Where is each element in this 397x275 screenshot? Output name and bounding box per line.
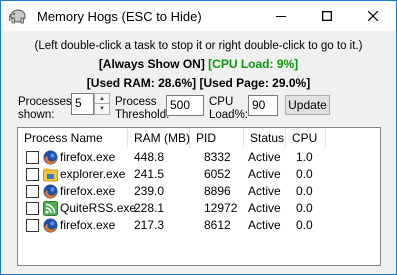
instructions-text: (Left double-click a task to stop it or … <box>34 40 363 52</box>
process-row[interactable]: explorer.exe 241.5 6052 Active 0.0 <box>18 166 380 183</box>
rss-icon <box>43 201 58 216</box>
minimize-button[interactable] <box>258 1 304 31</box>
process-row[interactable]: QuiteRSS.exe 228.1 12972 Active 0.0 <box>18 200 380 217</box>
spin-down-icon[interactable]: ▼ <box>95 104 109 114</box>
process-list[interactable]: Process Name RAM (MB) PID Status CPU fir… <box>17 127 381 266</box>
ram-cell: 239.0 <box>134 184 165 198</box>
status-cell: Active <box>248 201 281 215</box>
cpu-cell: 0.0 <box>296 184 313 198</box>
cpu-load-input[interactable]: 90 <box>248 95 278 116</box>
pid-cell: 6052 <box>204 167 231 181</box>
maximize-button[interactable] <box>304 1 350 31</box>
pid-cell: 8332 <box>204 150 231 164</box>
process-name-cell: firefox.exe <box>60 150 116 164</box>
used-ram-status: [Used RAM: 28.6%] <box>86 76 197 90</box>
always-show-status: [Always Show ON] <box>98 57 205 71</box>
process-name-cell: firefox.exe <box>60 218 116 232</box>
row-checkbox[interactable] <box>26 151 39 164</box>
cpu-cell: 0.0 <box>296 167 313 181</box>
column-header-status[interactable]: Status <box>244 128 286 148</box>
update-button[interactable]: Update <box>285 95 330 115</box>
list-header: Process Name RAM (MB) PID Status CPU <box>18 128 380 148</box>
cpu-cell: 0.0 <box>296 218 313 232</box>
process-name-cell: QuiteRSS.exe <box>60 201 137 215</box>
status-cell: Active <box>248 218 281 232</box>
cpu-cell: 0.0 <box>296 201 313 215</box>
row-checkbox[interactable] <box>26 168 39 181</box>
firefox-icon <box>43 150 58 165</box>
firefox-icon <box>43 218 58 233</box>
process-threshold-label: Process Threshold: <box>115 96 170 121</box>
window-title: Memory Hogs (ESC to Hide) <box>37 9 202 24</box>
column-header-cpu[interactable]: CPU <box>286 128 326 148</box>
close-icon <box>368 11 378 21</box>
processes-shown-input[interactable]: 5 <box>71 93 94 115</box>
process-name-cell: firefox.exe <box>60 184 116 198</box>
status-cell: Active <box>248 167 281 181</box>
pid-cell: 12972 <box>204 201 238 215</box>
process-threshold-input[interactable]: 500 <box>166 95 204 116</box>
client-area: (Left double-click a task to stop it or … <box>1 31 396 274</box>
ram-cell: 241.5 <box>134 167 165 181</box>
row-checkbox[interactable] <box>26 185 39 198</box>
cpu-cell: 1.0 <box>296 150 313 164</box>
process-row[interactable]: firefox.exe 448.8 8332 Active 1.0 <box>18 149 380 166</box>
column-header-process-name[interactable]: Process Name <box>18 128 128 148</box>
process-row[interactable]: firefox.exe 239.0 8896 Active 0.0 <box>18 183 380 200</box>
column-header-ram[interactable]: RAM (MB) <box>128 128 190 148</box>
cpu-load-label: CPU Load%: <box>209 96 249 121</box>
memory-hogs-window: Memory Hogs (ESC to Hide) (Left double-c… <box>0 0 397 275</box>
processes-shown-label: Processes shown: <box>18 96 72 121</box>
status-line-2: [Used RAM: 28.6%] [Used Page: 29.0%] <box>1 76 396 90</box>
spin-up-icon[interactable]: ▲ <box>95 94 109 104</box>
ram-cell: 217.3 <box>134 218 165 232</box>
row-checkbox[interactable] <box>26 202 39 215</box>
status-cell: Active <box>248 150 281 164</box>
status-cell: Active <box>248 184 281 198</box>
pid-cell: 8612 <box>204 218 231 232</box>
ram-cell: 228.1 <box>134 201 165 215</box>
ram-cell: 448.8 <box>134 150 165 164</box>
column-header-pid[interactable]: PID <box>190 128 244 148</box>
maximize-icon <box>322 11 332 21</box>
pid-cell: 8896 <box>204 184 231 198</box>
process-row[interactable]: firefox.exe 217.3 8612 Active 0.0 <box>18 217 380 234</box>
used-page-status: [Used Page: 29.0%] <box>199 76 311 90</box>
process-name-cell: explorer.exe <box>60 167 126 181</box>
processes-spinner[interactable]: ▲ ▼ <box>94 93 110 115</box>
row-checkbox[interactable] <box>26 219 39 232</box>
app-elephant-icon <box>9 9 26 24</box>
title-bar[interactable]: Memory Hogs (ESC to Hide) <box>1 1 396 31</box>
explorer-folder-icon <box>43 168 58 182</box>
minimize-icon <box>276 16 286 17</box>
close-button[interactable] <box>350 1 396 31</box>
status-line-1: [Always Show ON] [CPU Load: 9%] <box>1 57 396 71</box>
firefox-icon <box>43 184 58 199</box>
cpu-load-status: [CPU Load: 9%] <box>208 57 299 71</box>
